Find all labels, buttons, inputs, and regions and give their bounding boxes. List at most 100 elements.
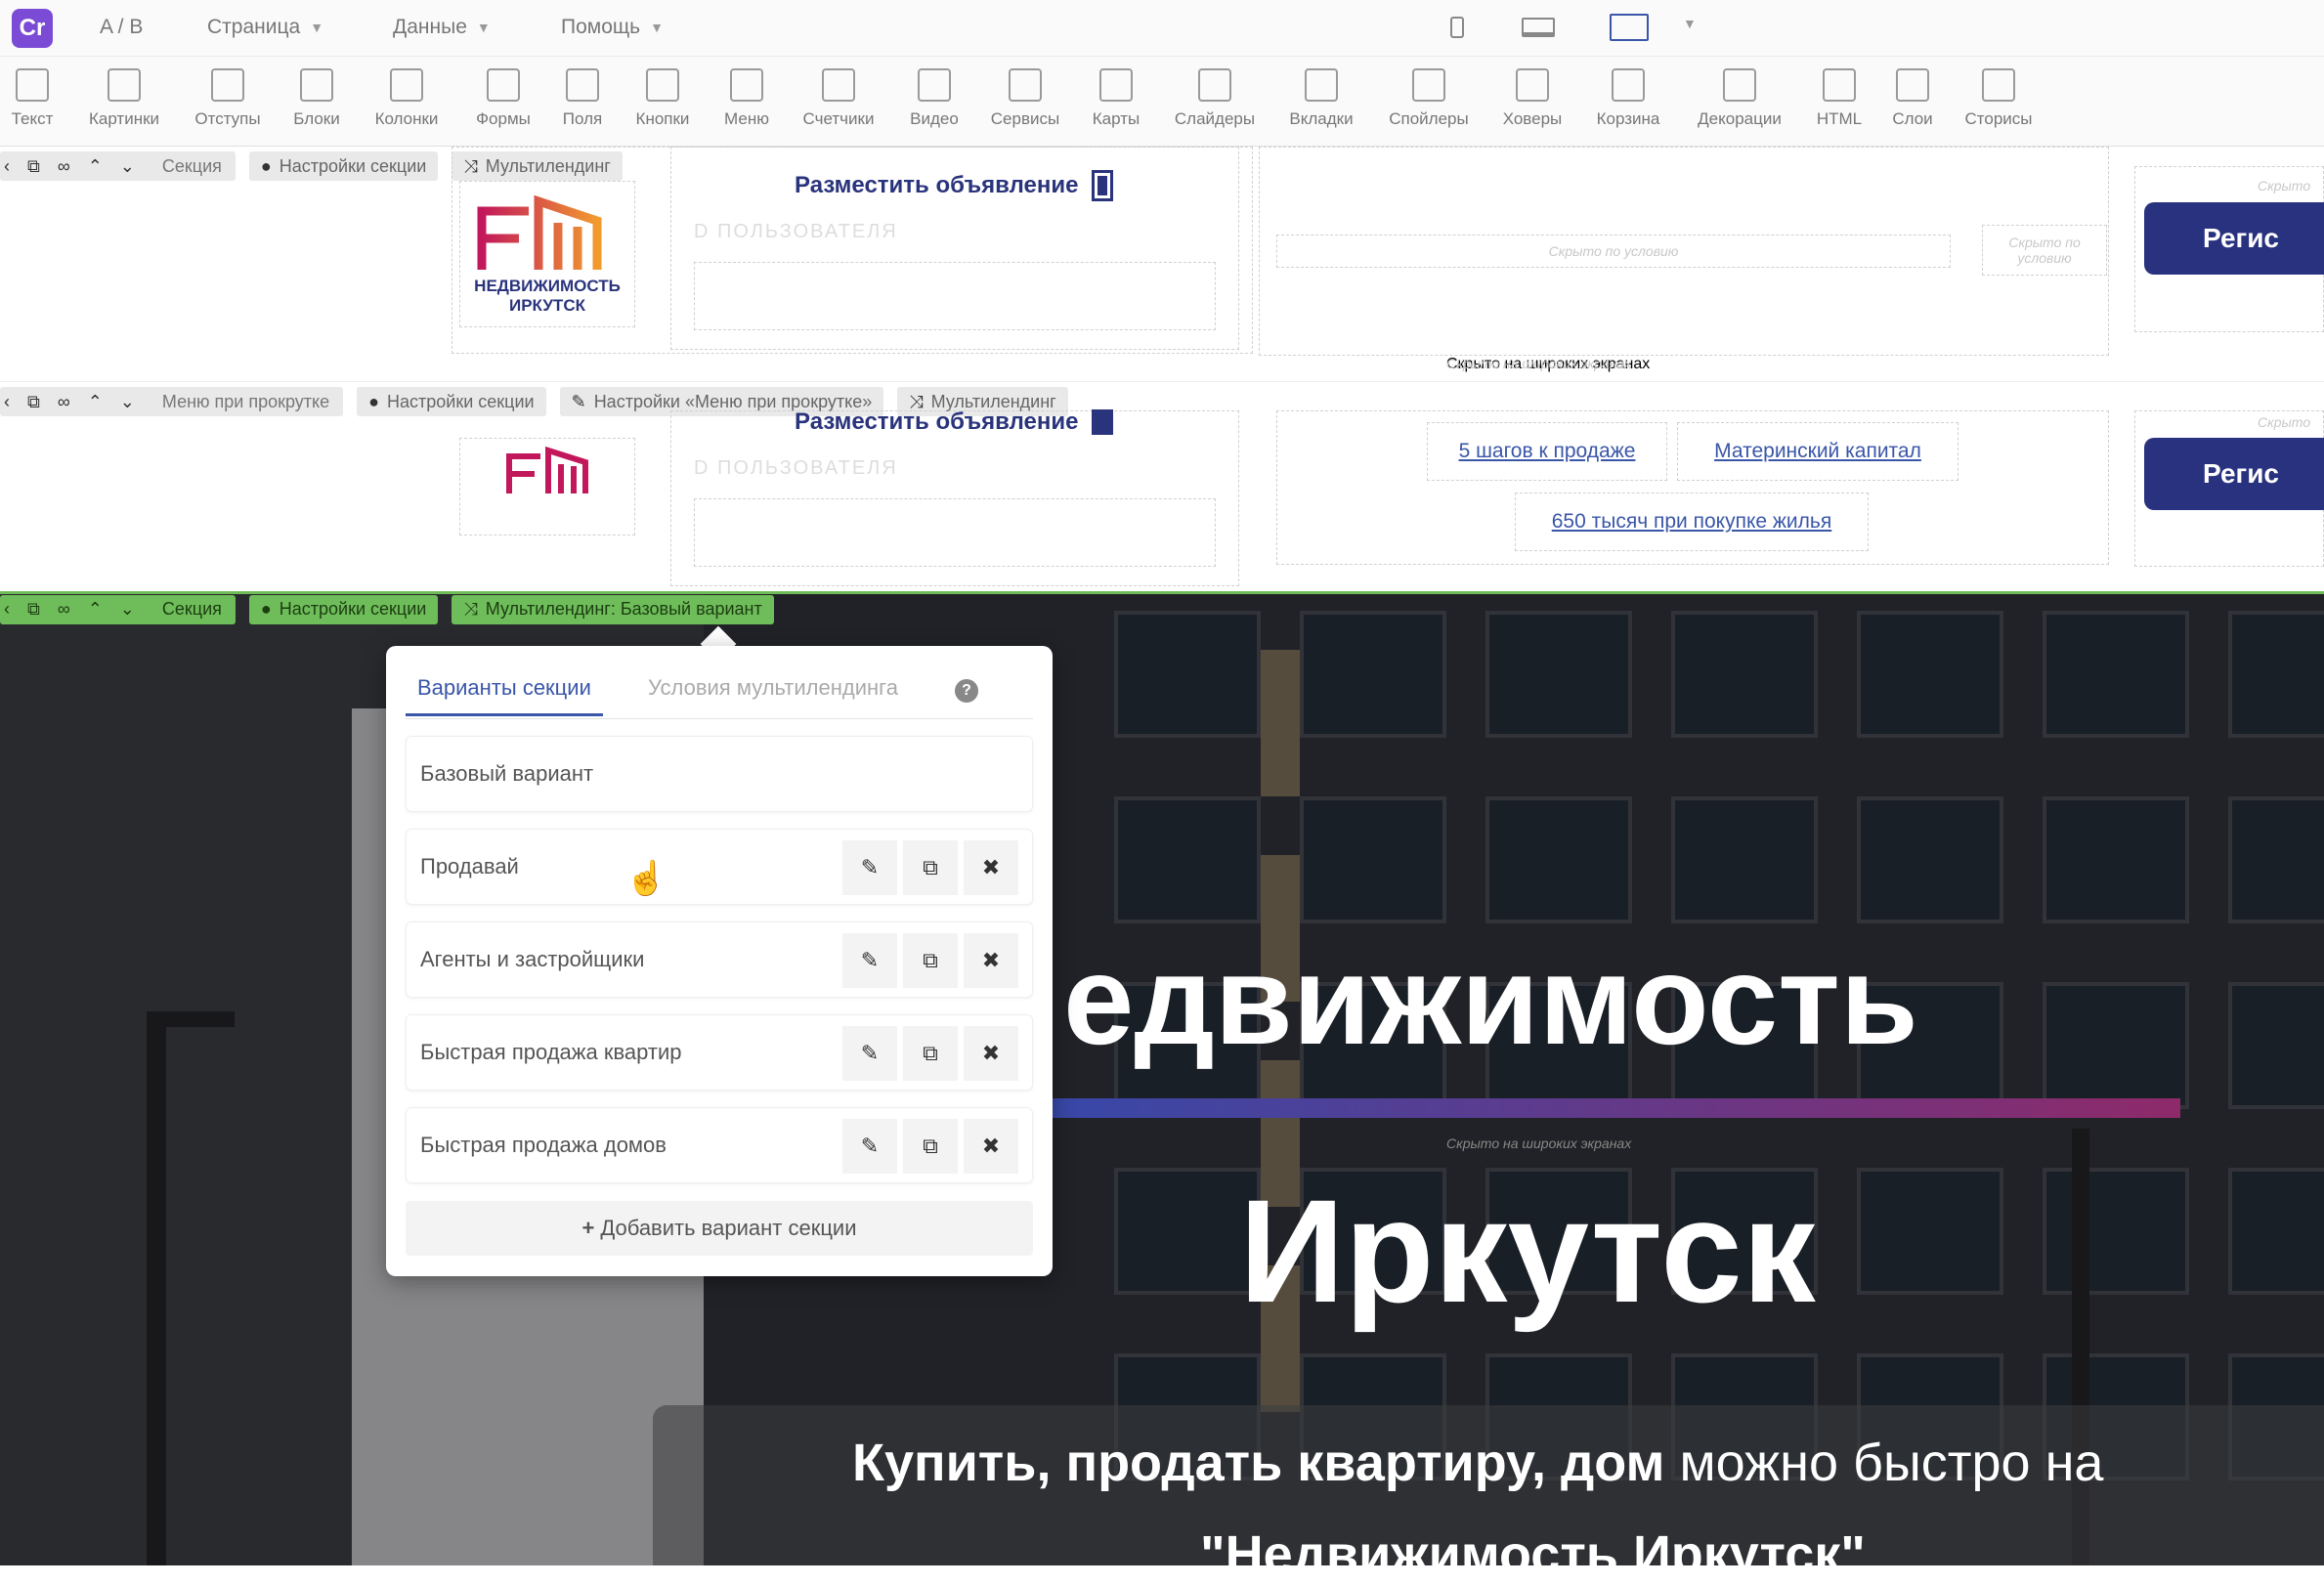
building-icon xyxy=(1092,170,1114,201)
edit-icon[interactable]: ✎ xyxy=(842,840,897,895)
user-field[interactable] xyxy=(694,262,1216,330)
copy-icon[interactable]: ⧉ xyxy=(27,156,40,177)
tool-6[interactable]: Формы xyxy=(459,68,547,129)
title-underline xyxy=(1052,1098,2180,1118)
edit-icon[interactable]: ✎ xyxy=(842,1119,897,1174)
edit-icon[interactable]: ✎ xyxy=(842,1026,897,1081)
tool-19[interactable]: Декорации xyxy=(1696,68,1784,129)
chevron-down-icon: ▼ xyxy=(650,20,664,35)
variant-base[interactable]: Базовый вариант xyxy=(406,736,1033,812)
nav-link-steps[interactable]: 5 шагов к продаже xyxy=(1427,422,1667,481)
logo-text-1: НЕДВИЖИМОСТЬ xyxy=(474,277,621,295)
tab-multilanding-conditions[interactable]: Условия мультилендинга xyxy=(648,675,898,701)
register-button[interactable]: Регис xyxy=(2144,438,2324,510)
tool-5[interactable]: Колонки xyxy=(363,68,451,129)
close-icon[interactable]: ✖ xyxy=(964,1026,1018,1081)
ab-test-button[interactable]: A / B xyxy=(100,16,143,39)
link-icon[interactable]: ∞ xyxy=(58,156,70,177)
view-dropdown-button[interactable]: ▼ xyxy=(1683,16,1697,31)
nav-link-650k[interactable]: 650 тысяч при покупке жилья xyxy=(1515,493,1869,551)
arrow-down-icon[interactable]: ⌄ xyxy=(120,599,135,620)
tool-11[interactable]: Видео xyxy=(890,68,978,129)
menu-help[interactable]: Помощь ▼ xyxy=(561,16,664,39)
tool-7[interactable]: Поля xyxy=(538,68,626,129)
tool-18[interactable]: Корзина xyxy=(1584,68,1672,129)
copy-icon[interactable]: ⧉ xyxy=(903,1026,958,1081)
section-settings-button[interactable]: ● Настройки секции xyxy=(248,594,439,624)
user-field[interactable] xyxy=(694,498,1216,567)
help-icon[interactable]: ? xyxy=(955,679,978,703)
tool-13[interactable]: Карты xyxy=(1072,68,1160,129)
close-icon[interactable]: ✖ xyxy=(964,840,1018,895)
menu-data[interactable]: Данные ▼ xyxy=(393,16,491,39)
tool-9[interactable]: Меню xyxy=(703,68,791,129)
post-ad-link[interactable]: Разместить объявление xyxy=(795,170,1114,201)
tool-17[interactable]: Ховеры xyxy=(1488,68,1576,129)
register-button[interactable]: Регис xyxy=(2144,202,2324,275)
drop-icon: ● xyxy=(260,155,272,176)
move-left-icon[interactable]: ‹ xyxy=(4,392,10,412)
tool-22[interactable]: Сторисы xyxy=(1955,68,2043,129)
variant-row[interactable]: Продавай ✎ ⧉ ✖ xyxy=(406,829,1033,905)
tool-label: Отступы xyxy=(194,109,261,128)
desktop-view-icon[interactable] xyxy=(1607,14,1652,41)
tool-icon xyxy=(108,68,141,102)
link-icon[interactable]: ∞ xyxy=(58,392,70,412)
tool-10[interactable]: Счетчики xyxy=(795,68,882,129)
tool-icon xyxy=(300,68,333,102)
hidden-wide-label: Скрыто на широких экранах xyxy=(1446,356,1632,371)
menu-page[interactable]: Страница ▼ xyxy=(207,16,323,39)
tool-label: Текст xyxy=(11,109,54,128)
edit-icon[interactable]: ✎ xyxy=(842,933,897,988)
add-variant-button[interactable]: + Добавить вариант секции xyxy=(406,1201,1033,1256)
tool-16[interactable]: Спойлеры xyxy=(1385,68,1473,129)
copy-icon[interactable]: ⧉ xyxy=(903,1119,958,1174)
tab-section-variants[interactable]: Варианты секции xyxy=(406,675,603,716)
variant-row[interactable]: Быстрая продажа квартир ✎ ⧉ ✖ xyxy=(406,1014,1033,1091)
section-settings-button[interactable]: ● Настройки секции xyxy=(357,387,546,416)
tool-label: Картинки xyxy=(88,109,160,128)
move-left-icon[interactable]: ‹ xyxy=(4,156,10,177)
arrow-up-icon[interactable]: ⌃ xyxy=(88,156,103,177)
app-logo[interactable]: Cr xyxy=(12,9,53,48)
tool-3[interactable]: Отступы xyxy=(184,68,272,129)
section-label: Меню при прокрутке xyxy=(161,391,330,411)
brand-logo[interactable]: НЕДВИЖИМОСТЬ ИРКУТСК xyxy=(459,181,635,327)
link-icon[interactable]: ∞ xyxy=(58,599,70,620)
arrow-down-icon[interactable]: ⌄ xyxy=(120,392,135,412)
mobile-view-icon[interactable] xyxy=(1446,14,1468,41)
brand-logo-small[interactable] xyxy=(459,438,635,535)
variant-row[interactable]: Быстрая продажа домов ✎ ⧉ ✖ xyxy=(406,1107,1033,1183)
arrow-down-icon[interactable]: ⌄ xyxy=(120,156,135,177)
tool-icon xyxy=(1009,68,1042,102)
variant-row[interactable]: Агенты и застройщики ✎ ⧉ ✖ xyxy=(406,921,1033,998)
copy-icon[interactable]: ⧉ xyxy=(27,599,40,620)
move-left-icon[interactable]: ‹ xyxy=(4,599,10,620)
tool-4[interactable]: Блоки xyxy=(273,68,361,129)
tool-15[interactable]: Вкладки xyxy=(1277,68,1365,129)
copy-icon[interactable]: ⧉ xyxy=(27,392,40,412)
arrow-up-icon[interactable]: ⌃ xyxy=(88,392,103,412)
tool-icon xyxy=(1412,68,1445,102)
copy-icon[interactable]: ⧉ xyxy=(903,840,958,895)
multilanding-button[interactable]: ⤨ Мультилендинг: Базовый вариант xyxy=(452,594,774,624)
arrow-up-icon[interactable]: ⌃ xyxy=(88,599,103,620)
tool-14[interactable]: Слайдеры xyxy=(1171,68,1259,129)
close-icon[interactable]: ✖ xyxy=(964,1119,1018,1174)
nav-link-capital[interactable]: Материнский капитал xyxy=(1677,422,1958,481)
tool-icon xyxy=(566,68,599,102)
tool-12[interactable]: Сервисы xyxy=(981,68,1069,129)
post-ad-link[interactable]: Разместить объявление xyxy=(795,408,1114,436)
laptop-view-icon[interactable] xyxy=(1519,14,1558,41)
tool-21[interactable]: Слои xyxy=(1869,68,1957,129)
tool-icon xyxy=(1823,68,1856,102)
logo-mark-icon xyxy=(506,446,588,493)
tool-8[interactable]: Кнопки xyxy=(619,68,707,129)
tool-2[interactable]: Картинки xyxy=(80,68,168,129)
copy-icon[interactable]: ⧉ xyxy=(903,933,958,988)
section-settings-button[interactable]: ● Настройки секции xyxy=(248,151,439,181)
tool-1[interactable]: Текст xyxy=(0,68,76,129)
close-icon[interactable]: ✖ xyxy=(964,933,1018,988)
tool-label: Спойлеры xyxy=(1389,109,1469,128)
plus-icon: + xyxy=(581,1216,595,1240)
